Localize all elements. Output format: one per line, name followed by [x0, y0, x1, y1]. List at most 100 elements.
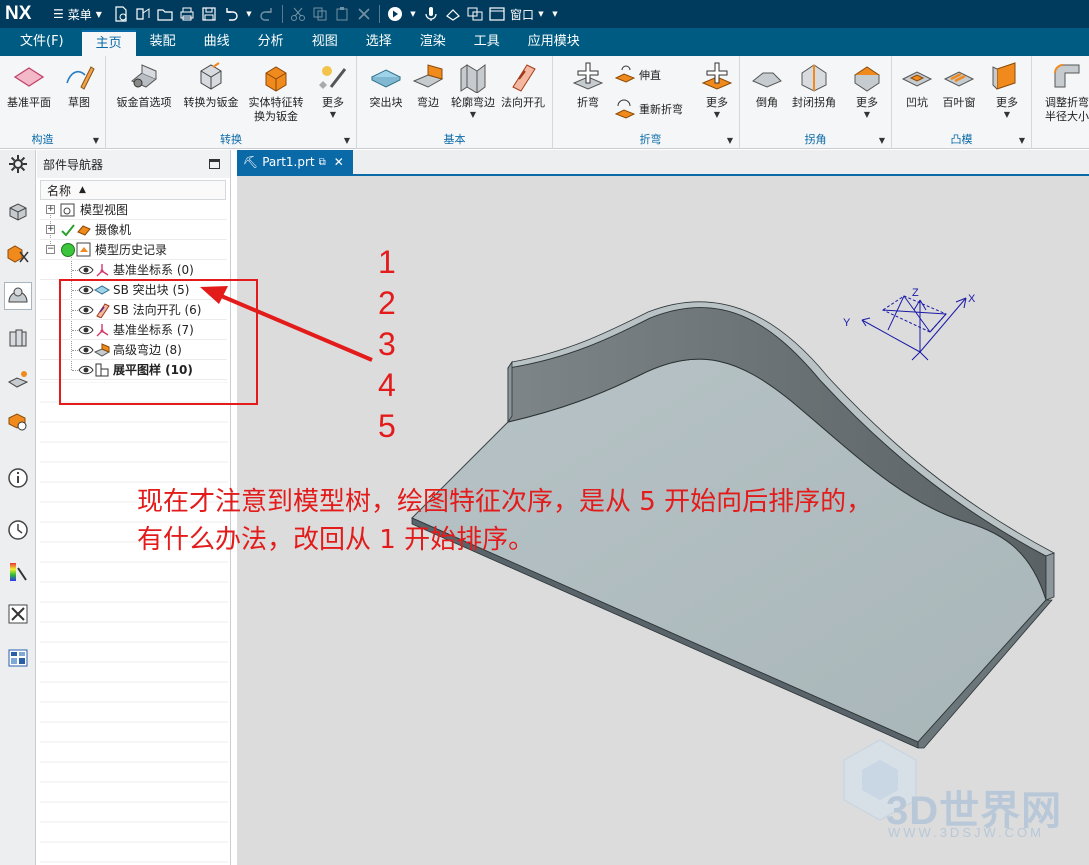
- document-tab-part1[interactable]: ⛏ Part1.prt ⧉ ✕: [237, 150, 353, 174]
- sketch-icon: [62, 60, 96, 94]
- window-icon[interactable]: [489, 6, 505, 22]
- solid-to-sheetmetal-button[interactable]: 实体特征转 换为钣金: [246, 60, 306, 124]
- chevron-down-icon[interactable]: ▼: [409, 6, 417, 22]
- fold-icon: [571, 60, 605, 94]
- chevron-down-icon[interactable]: ▼: [727, 136, 733, 145]
- adjust-bend-icon: [1050, 60, 1084, 94]
- save-icon[interactable]: [201, 6, 217, 22]
- play-icon[interactable]: [387, 6, 403, 22]
- touch-mode-icon[interactable]: [445, 6, 461, 22]
- visibility-eye-icon[interactable]: [78, 262, 94, 278]
- csys-y-label: Y: [843, 317, 851, 329]
- tab-file[interactable]: 文件(F): [0, 30, 82, 56]
- model-views-icon: [60, 202, 76, 218]
- system-materials-icon[interactable]: [4, 558, 32, 586]
- flange-icon: [411, 60, 445, 94]
- menu-button[interactable]: ☰ 菜单 ▼: [53, 6, 102, 23]
- sketch-button[interactable]: 草图: [58, 60, 100, 110]
- chevron-down-icon[interactable]: ▼: [537, 6, 545, 22]
- undo-icon[interactable]: [223, 6, 239, 22]
- chevron-down-icon[interactable]: ▼: [93, 136, 99, 145]
- bend-more-button[interactable]: 更多 ▼: [698, 60, 736, 120]
- window-menu[interactable]: 窗口: [510, 6, 534, 23]
- copy-icon[interactable]: [312, 6, 328, 22]
- tab-analysis[interactable]: 分析: [244, 30, 298, 56]
- open-recent-icon[interactable]: [135, 6, 151, 22]
- unbend-button[interactable]: 伸直: [614, 64, 661, 86]
- tab-curve[interactable]: 曲线: [190, 30, 244, 56]
- chevron-down-icon[interactable]: ▼: [245, 6, 253, 22]
- part-navigator-icon[interactable]: [4, 282, 32, 310]
- tab-assembly[interactable]: 装配: [136, 30, 190, 56]
- tab-tools[interactable]: 工具: [460, 30, 514, 56]
- open-folder-icon[interactable]: [157, 6, 173, 22]
- convert-to-sheetmetal-button[interactable]: 转换为钣金: [180, 60, 242, 110]
- info-icon[interactable]: [4, 464, 32, 492]
- corner-more-button[interactable]: 更多 ▼: [848, 60, 886, 120]
- column-header-name[interactable]: 名称 ▲: [40, 180, 226, 200]
- new-file-icon[interactable]: [113, 6, 129, 22]
- sheetmetal-part[interactable]: Z Y X: [237, 176, 1089, 865]
- restore-icon[interactable]: [209, 159, 220, 169]
- cut-icon[interactable]: [290, 6, 306, 22]
- tree-node-cameras[interactable]: + 摄像机: [40, 220, 227, 240]
- group-bend: 折弯 伸直 重新折弯 更多 ▼ 折弯 ▼: [562, 56, 740, 149]
- reuse-library-icon[interactable]: [4, 324, 32, 352]
- annotation-highlight-box: [59, 279, 258, 405]
- group-basic: 突出块 弯边 轮廓弯边 ▼ 法向开孔 基本: [357, 56, 553, 149]
- print-icon[interactable]: [179, 6, 195, 22]
- chevron-down-icon: ▼: [95, 9, 102, 19]
- tree-node-model-history[interactable]: − 模型历史记录: [40, 240, 227, 260]
- settings-gear-icon[interactable]: [4, 150, 32, 178]
- adjust-bend-radius-button[interactable]: 调整折弯 半径大小: [1038, 60, 1089, 124]
- chamfer-button[interactable]: 倒角: [748, 60, 786, 110]
- expand-icon[interactable]: +: [46, 225, 55, 234]
- web-browser-icon[interactable]: [4, 408, 32, 436]
- normal-cutout-button[interactable]: 法向开孔: [499, 60, 547, 110]
- roles-tools-icon[interactable]: [4, 600, 32, 628]
- more-label: 更多: [322, 96, 344, 109]
- datum-csys-triad[interactable]: [861, 295, 967, 361]
- tab-selection[interactable]: 选择: [352, 30, 406, 56]
- dimple-icon: [900, 60, 934, 94]
- flange-button[interactable]: 弯边: [411, 60, 445, 110]
- palette-icon[interactable]: [4, 644, 32, 672]
- tree-node-label: 摄像机: [95, 223, 132, 237]
- tree-node-model-views[interactable]: + 模型视图: [40, 200, 227, 220]
- chevron-down-icon: ▼: [329, 110, 337, 119]
- close-icon[interactable]: ✕: [334, 155, 344, 169]
- rebend-button[interactable]: 重新折弯: [614, 98, 683, 120]
- constraint-navigator-icon[interactable]: [4, 240, 32, 268]
- tab-feature-button[interactable]: 突出块: [363, 60, 409, 110]
- tab-render[interactable]: 渲染: [406, 30, 460, 56]
- graphics-viewport[interactable]: Z Y X: [237, 176, 1089, 865]
- punch-more-button[interactable]: 更多 ▼: [988, 60, 1026, 120]
- tab-applications[interactable]: 应用模块: [514, 30, 594, 56]
- hd3d-tools-icon[interactable]: [4, 366, 32, 394]
- closed-corner-button[interactable]: 封闭拐角: [790, 60, 838, 110]
- chevron-down-icon[interactable]: ▼: [1019, 136, 1025, 145]
- popout-icon[interactable]: ⧉: [319, 157, 326, 168]
- chevron-down-icon[interactable]: ▼: [879, 136, 885, 145]
- customize-icon[interactable]: ▼: [551, 6, 559, 22]
- history-clock-icon[interactable]: [4, 516, 32, 544]
- paste-icon[interactable]: [334, 6, 350, 22]
- convert-more-button[interactable]: 更多 ▼: [314, 60, 352, 120]
- assembly-navigator-icon[interactable]: [4, 198, 32, 226]
- redo-icon[interactable]: [259, 6, 275, 22]
- datum-plane-button[interactable]: 基准平面: [6, 60, 52, 110]
- tree-node-datum-csys-0[interactable]: 基准坐标系 (0): [40, 260, 227, 280]
- collapse-icon[interactable]: −: [46, 245, 55, 254]
- microphone-icon[interactable]: [423, 6, 439, 22]
- tab-home[interactable]: 主页: [81, 30, 136, 56]
- louver-button[interactable]: 百叶窗: [938, 60, 980, 110]
- expand-icon[interactable]: +: [46, 205, 55, 214]
- contour-flange-button[interactable]: 轮廓弯边 ▼: [449, 60, 497, 120]
- sheetmetal-preferences-button[interactable]: 钣金首选项: [114, 60, 174, 110]
- dimple-button[interactable]: 凹坑: [898, 60, 936, 110]
- switch-window-icon[interactable]: [467, 6, 483, 22]
- tab-view[interactable]: 视图: [298, 30, 352, 56]
- fold-button[interactable]: 折弯: [568, 60, 608, 110]
- chevron-down-icon[interactable]: ▼: [344, 136, 350, 145]
- delete-icon[interactable]: [356, 6, 372, 22]
